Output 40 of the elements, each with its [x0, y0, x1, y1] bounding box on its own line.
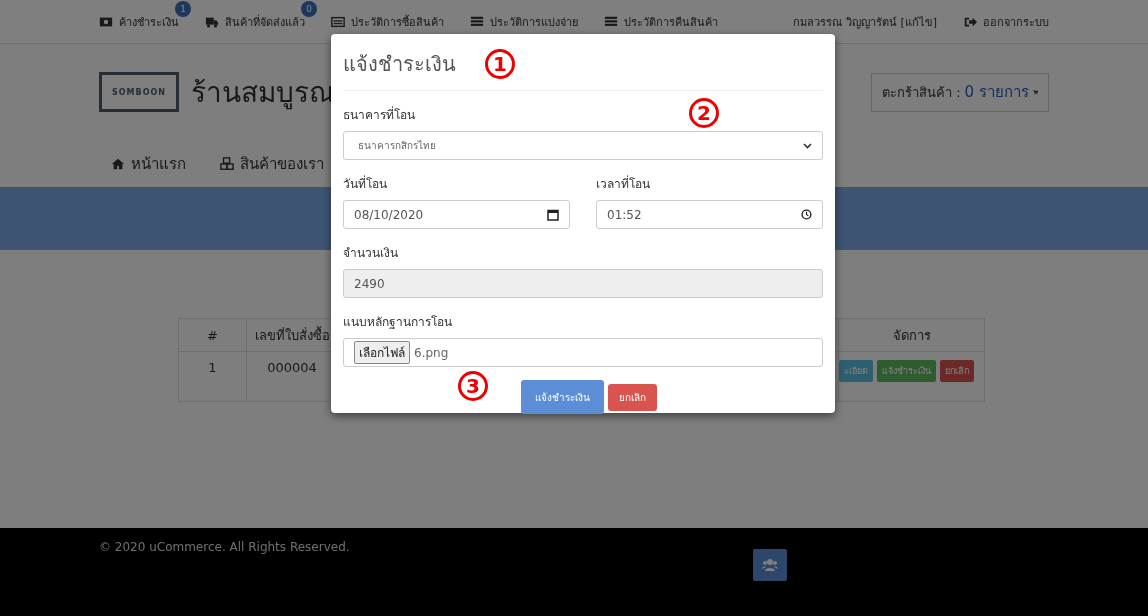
clock-icon	[801, 209, 812, 220]
field-label: ธนาคารที่โอน	[343, 105, 415, 124]
user-link[interactable]: กมลวรรณ วิญญารัตน์ [แก้ไข]	[793, 12, 937, 31]
nav-link[interactable]: หน้าแรก	[111, 151, 186, 176]
list-icon	[604, 14, 618, 29]
table-header: จัดการ	[838, 318, 985, 352]
users-icon	[762, 558, 778, 572]
list-icon	[470, 14, 484, 29]
bank-select[interactable]: ธนาคารกสิกรไทย	[343, 131, 823, 160]
field-label: วันที่โอน	[343, 174, 387, 193]
copyright-text: © 2020 uCommerce. All Rights Reserved.	[99, 540, 350, 554]
field-label: เวลาที่โอน	[596, 174, 650, 193]
users-button[interactable]	[753, 549, 787, 581]
cancel-button[interactable]: ยกเลิก	[608, 383, 657, 411]
count-badge: 1	[175, 0, 191, 17]
file-field[interactable]: เลือกไฟล์ 6.png	[343, 338, 823, 367]
time-field[interactable]: 01:52	[596, 200, 823, 229]
home-icon	[111, 156, 125, 171]
chevron-down-icon	[803, 142, 812, 149]
choose-file-button[interactable]: เลือกไฟล์	[354, 341, 410, 364]
logout-link[interactable]: ออกจากระบบ	[963, 12, 1049, 31]
count-badge: 0	[301, 0, 317, 17]
logo[interactable]: SOMBOON	[99, 72, 179, 112]
submit-button[interactable]: แจ้งชำระเงิน	[521, 380, 604, 414]
table-cell: 1	[178, 351, 247, 402]
top-bar-link[interactable]: ประวัติการคืนสินค้า	[604, 12, 718, 31]
table-header: #	[178, 318, 247, 352]
field-label: แนบหลักฐานการโอน	[343, 314, 452, 331]
card-icon	[331, 14, 345, 29]
action-button[interactable]: ยกเลิก	[940, 360, 974, 382]
calendar-icon	[547, 208, 559, 221]
shop-name: ร้านสมบูรณ	[191, 75, 335, 112]
top-bar-link[interactable]: ประวัติการแบ่งจ่าย	[470, 12, 578, 31]
cart-button[interactable]: ตะกร้าสินค้า : 0 รายการ	[871, 72, 1049, 112]
top-bar-link[interactable]: ประวัติการซื้อสินค้า	[331, 12, 444, 31]
dialog-title: แจ้งชำระเงิน	[343, 52, 456, 76]
date-field[interactable]: 08/10/2020	[343, 200, 570, 229]
cubes-icon	[220, 156, 234, 171]
field-label: จำนวนเงิน	[343, 245, 398, 262]
nav-link[interactable]: สินค้าของเรา	[220, 151, 324, 176]
